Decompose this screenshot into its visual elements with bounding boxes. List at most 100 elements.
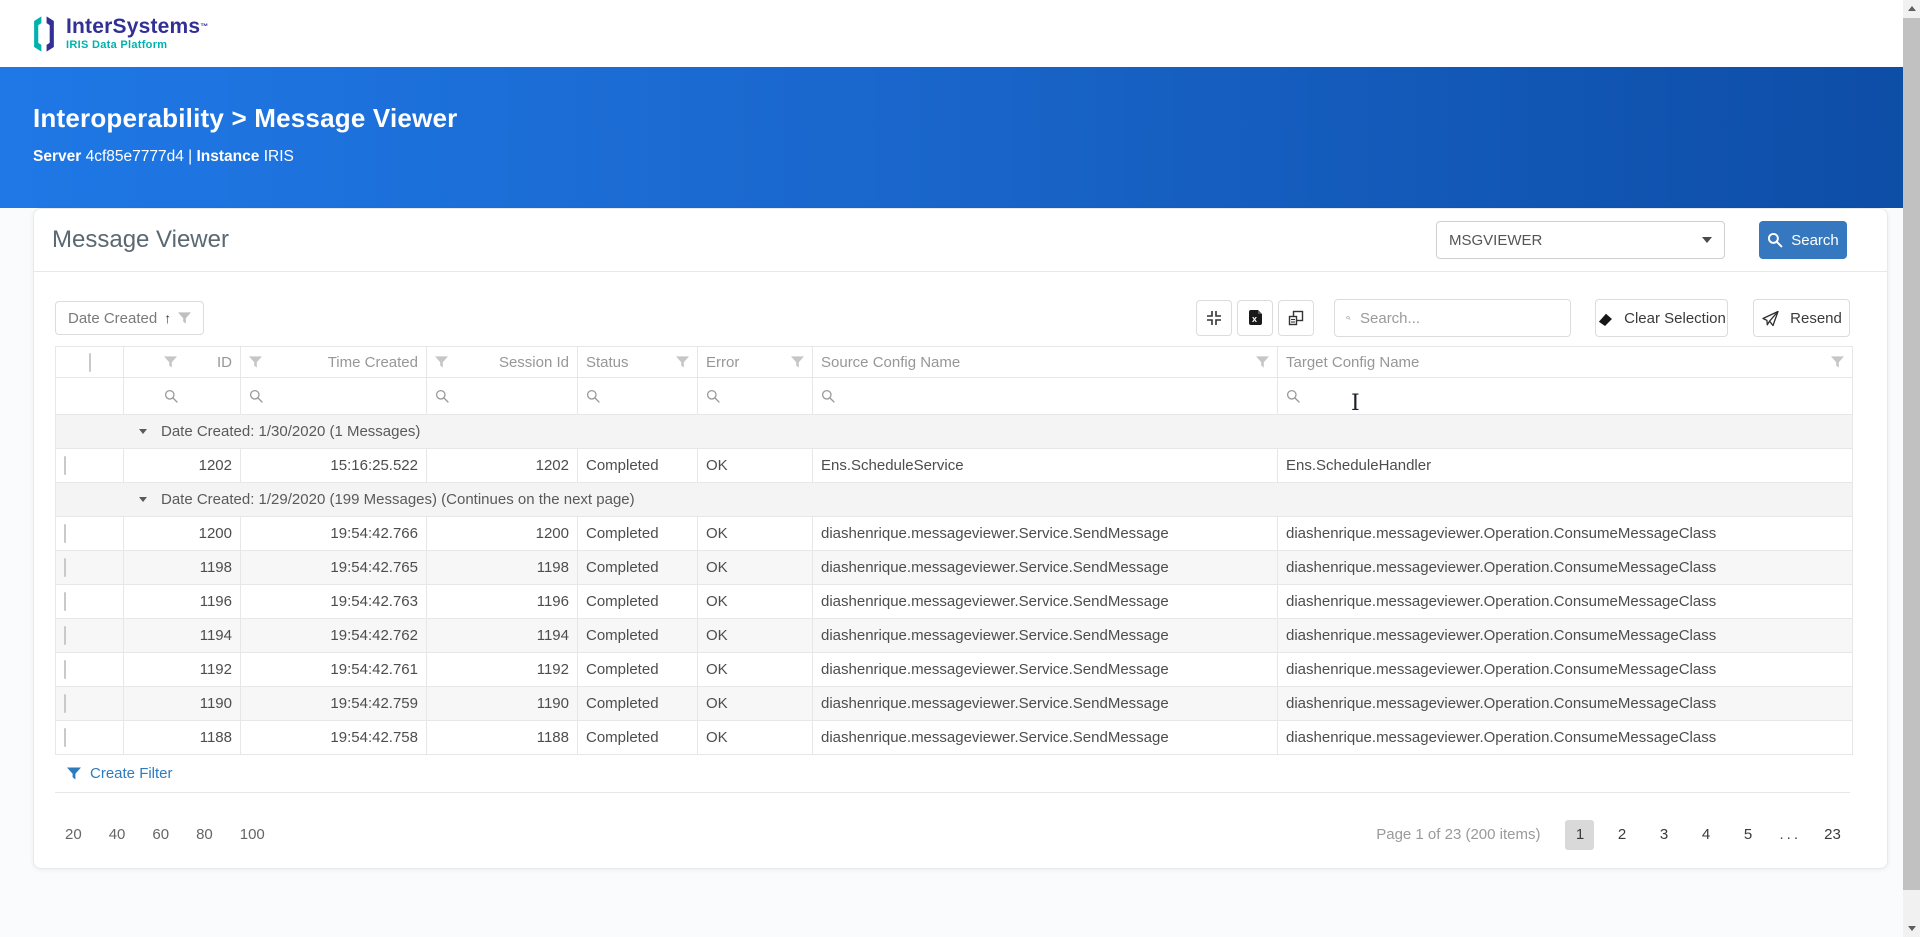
page-button[interactable]: 3	[1649, 820, 1678, 850]
cell-error: OK	[697, 720, 813, 755]
product-name: IRIS Data Platform	[66, 39, 168, 51]
page-size-option[interactable]: 100	[240, 826, 265, 843]
filter-funnel-icon[interactable]	[435, 356, 448, 368]
filter-funnel-icon	[67, 767, 81, 780]
filter-cell-session-id[interactable]	[426, 377, 578, 415]
magnifier-icon	[249, 389, 263, 403]
row-checkbox[interactable]	[64, 728, 66, 747]
page-button[interactable]: 23	[1818, 820, 1847, 850]
search-input[interactable]	[1360, 309, 1559, 327]
scroll-down-button[interactable]	[1903, 920, 1920, 937]
row-checkbox[interactable]	[64, 626, 66, 645]
cell-target-config-name: Ens.ScheduleHandler	[1277, 448, 1853, 483]
intersystems-logo: InterSystems™ IRIS Data Platform	[31, 15, 209, 53]
table-row[interactable]: 1202 15:16:25.522 1202 Completed OK Ens.…	[55, 448, 1853, 483]
page-size-option[interactable]: 80	[196, 826, 213, 843]
create-filter-link[interactable]: Create Filter	[55, 755, 1850, 793]
filter-funnel-icon[interactable]	[249, 356, 262, 368]
page-size-option[interactable]: 40	[109, 826, 126, 843]
cell-source-config-name: diashenrique.messageviewer.Service.SendM…	[812, 584, 1278, 619]
cell-source-config-name: diashenrique.messageviewer.Service.SendM…	[812, 686, 1278, 721]
server-value: 4cf85e7777d4	[85, 148, 184, 165]
export-excel-button[interactable]: x	[1237, 300, 1273, 336]
table-row[interactable]: 1198 19:54:42.765 1198 Completed OK dias…	[55, 550, 1853, 585]
cell-target-config-name: diashenrique.messageviewer.Operation.Con…	[1277, 550, 1853, 585]
column-header-source-config-name[interactable]: Source Config Name	[812, 346, 1278, 378]
cell-session-id: 1190	[426, 686, 578, 721]
page-size-option[interactable]: 20	[65, 826, 82, 843]
namespace-select[interactable]: MSGVIEWER	[1436, 221, 1725, 259]
filter-cell-time-created[interactable]	[240, 377, 427, 415]
filter-funnel-icon[interactable]	[1831, 356, 1844, 368]
cell-id: 1196	[123, 584, 241, 619]
scroll-up-button[interactable]	[1903, 0, 1920, 17]
table-row[interactable]: 1188 19:54:42.758 1188 Completed OK dias…	[55, 720, 1853, 755]
filter-cell-id[interactable]	[123, 377, 241, 415]
column-header-id[interactable]: ID	[123, 346, 241, 378]
table-row[interactable]: 1200 19:54:42.766 1200 Completed OK dias…	[55, 516, 1853, 551]
caret-down-icon	[1702, 237, 1712, 243]
row-select-cell	[55, 584, 124, 619]
page-button[interactable]: 1	[1565, 819, 1595, 850]
cell-id: 1202	[123, 448, 241, 483]
group-collapse-arrow-icon[interactable]	[139, 497, 147, 502]
cell-target-config-name: diashenrique.messageviewer.Operation.Con…	[1277, 686, 1853, 721]
table-row[interactable]: 1190 19:54:42.759 1190 Completed OK dias…	[55, 686, 1853, 721]
row-checkbox[interactable]	[64, 558, 66, 577]
page-header-banner: Interoperability > Message Viewer Server…	[0, 67, 1920, 208]
cell-id: 1200	[123, 516, 241, 551]
search-button[interactable]: Search	[1759, 221, 1847, 259]
scrollbar-thumb[interactable]	[1903, 18, 1920, 890]
row-checkbox[interactable]	[64, 660, 66, 679]
column-header-target-config-name[interactable]: Target Config Name	[1277, 346, 1853, 378]
column-header-time-created[interactable]: Time Created	[240, 346, 427, 378]
clear-selection-button[interactable]: Clear Selection	[1595, 299, 1728, 337]
filter-funnel-icon[interactable]	[164, 356, 177, 368]
table-row[interactable]: 1196 19:54:42.763 1196 Completed OK dias…	[55, 584, 1853, 619]
server-info: Server 4cf85e7777d4 | Instance IRIS	[33, 148, 1920, 166]
cell-target-config-name: diashenrique.messageviewer.Operation.Con…	[1277, 618, 1853, 653]
sort-chip-date-created[interactable]: Date Created ↑	[55, 301, 205, 335]
cell-status: Completed	[577, 652, 698, 687]
select-all-checkbox[interactable]	[88, 352, 91, 372]
filter-funnel-icon[interactable]	[1256, 356, 1269, 368]
row-checkbox[interactable]	[64, 524, 66, 543]
page-button[interactable]: 2	[1607, 820, 1636, 850]
row-select-cell	[55, 516, 124, 551]
filter-funnel-icon[interactable]	[676, 356, 689, 368]
vertical-scrollbar[interactable]	[1903, 0, 1920, 937]
cell-time-created: 19:54:42.761	[240, 652, 427, 687]
cell-error: OK	[697, 686, 813, 721]
table-row[interactable]: 1192 19:54:42.761 1192 Completed OK dias…	[55, 652, 1853, 687]
filter-funnel-icon[interactable]	[791, 356, 804, 368]
page-button[interactable]: 4	[1691, 820, 1720, 850]
row-select-cell	[55, 550, 124, 585]
group-row[interactable]: Date Created: 1/30/2020 (1 Messages)	[55, 414, 1853, 449]
cell-time-created: 15:16:25.522	[240, 448, 427, 483]
row-checkbox[interactable]	[64, 694, 66, 713]
resend-button[interactable]: Resend	[1753, 299, 1850, 337]
group-collapse-arrow-icon[interactable]	[139, 429, 147, 434]
page-button[interactable]: 5	[1733, 820, 1762, 850]
search-icon	[1768, 232, 1783, 248]
filter-cell-status[interactable]	[577, 377, 698, 415]
brand-name: InterSystems™	[66, 15, 209, 38]
group-row[interactable]: Date Created: 1/29/2020 (199 Messages) (…	[55, 482, 1853, 517]
column-header-error[interactable]: Error	[697, 346, 813, 378]
row-checkbox[interactable]	[64, 456, 66, 475]
filter-cell-source-config-name[interactable]	[812, 377, 1278, 415]
filter-cell-target-config-name[interactable]	[1277, 377, 1853, 415]
cell-time-created: 19:54:42.763	[240, 584, 427, 619]
filter-cell-error[interactable]	[697, 377, 813, 415]
collapse-all-button[interactable]	[1196, 300, 1232, 336]
column-header-session-id[interactable]: Session Id	[426, 346, 578, 378]
cell-source-config-name: diashenrique.messageviewer.Service.SendM…	[812, 652, 1278, 687]
cell-session-id: 1194	[426, 618, 578, 653]
column-header-status[interactable]: Status	[577, 346, 698, 378]
cell-time-created: 19:54:42.765	[240, 550, 427, 585]
column-chooser-button[interactable]	[1278, 300, 1314, 336]
page-size-option[interactable]: 60	[152, 826, 169, 843]
row-checkbox[interactable]	[64, 592, 66, 611]
table-row[interactable]: 1194 19:54:42.762 1194 Completed OK dias…	[55, 618, 1853, 653]
cell-time-created: 19:54:42.766	[240, 516, 427, 551]
